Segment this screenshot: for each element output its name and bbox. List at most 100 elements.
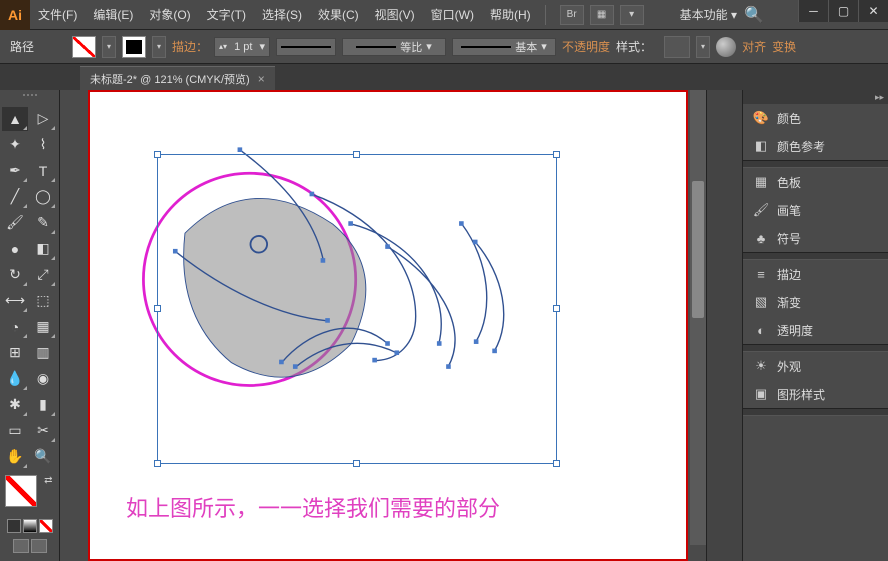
brush-def-select[interactable]: 基本▾ (452, 38, 556, 56)
resize-handle-bl[interactable] (154, 460, 161, 467)
selection-bounding-box[interactable] (157, 154, 557, 464)
color-mode-none[interactable] (39, 519, 53, 533)
panel-collapse-button[interactable]: ▸▸ (743, 90, 888, 104)
type-tool[interactable]: T (30, 159, 56, 183)
recolor-button[interactable] (716, 37, 736, 57)
mesh-tool[interactable]: ⊞ (2, 341, 28, 365)
fill-swatch[interactable] (72, 36, 96, 58)
direct-selection-tool[interactable]: ▷ (30, 107, 56, 131)
resize-handle-ml[interactable] (154, 305, 161, 312)
resize-handle-tl[interactable] (154, 151, 161, 158)
panel-stroke[interactable]: ≡描边 (743, 260, 888, 288)
menu-type[interactable]: 文字(T) (199, 0, 254, 29)
symbol-sprayer-tool[interactable]: ✱ (2, 393, 28, 417)
menu-edit[interactable]: 编辑(E) (85, 0, 141, 29)
eraser-tool[interactable]: ◧ (30, 237, 56, 261)
resize-handle-br[interactable] (553, 460, 560, 467)
canvas-area[interactable]: 如上图所示，一一选择我们需要的部分 (60, 90, 706, 561)
perspective-grid-tool[interactable]: ▦ (30, 315, 56, 339)
stroke-weight-input[interactable]: ▴▾1 pt▾ (214, 37, 270, 57)
align-label[interactable]: 对齐 (742, 38, 766, 55)
maximize-button[interactable]: ▢ (828, 0, 858, 22)
swap-fill-stroke-icon[interactable]: ⇄ (44, 475, 52, 486)
pen-tool[interactable]: ✒ (2, 159, 28, 183)
blob-brush-tool[interactable]: ● (2, 237, 28, 261)
panel-symbols[interactable]: ♣符号 (743, 224, 888, 252)
blend-tool[interactable]: ◉ (30, 367, 56, 391)
workspace-switcher[interactable]: 基本功能 ▾ (680, 6, 737, 23)
stroke-dropdown[interactable]: ▾ (152, 36, 166, 58)
close-button[interactable]: ✕ (858, 0, 888, 22)
control-bar: 路径 ▾ ▾ 描边： ▴▾1 pt▾ 等比▾ 基本▾ 不透明度 样式： ▾ 对齐… (0, 30, 888, 64)
magic-wand-tool[interactable]: ✦ (2, 133, 28, 157)
paintbrush-tool[interactable]: 🖌 (2, 211, 28, 235)
panel-gradient[interactable]: ▧渐变 (743, 288, 888, 316)
menu-window[interactable]: 窗口(W) (423, 0, 482, 29)
menu-separator (545, 5, 546, 25)
panel-transparency[interactable]: ◐透明度 (743, 316, 888, 344)
panel-graphic-styles[interactable]: ▣图形样式 (743, 380, 888, 408)
titlebar: Ai 文件(F) 编辑(E) 对象(O) 文字(T) 选择(S) 效果(C) 视… (0, 0, 888, 30)
menu-select[interactable]: 选择(S) (254, 0, 310, 29)
stroke-profile-preview[interactable] (276, 38, 336, 56)
color-mode-gradient[interactable] (23, 519, 37, 533)
opacity-label[interactable]: 不透明度 (562, 38, 610, 55)
resize-handle-tr[interactable] (553, 151, 560, 158)
bridge-button[interactable]: Br (560, 5, 584, 25)
line-tool[interactable]: ╱ (2, 185, 28, 209)
resize-handle-tm[interactable] (353, 151, 360, 158)
vertical-scrollbar[interactable] (690, 90, 706, 545)
width-profile-select[interactable]: 等比▾ (342, 38, 446, 56)
minimize-button[interactable]: ─ (798, 0, 828, 22)
eyedropper-tool[interactable]: 💧 (2, 367, 28, 391)
panel-brushes[interactable]: 🖌画笔 (743, 196, 888, 224)
artboard-tool[interactable]: ▭ (2, 419, 28, 443)
width-tool[interactable]: ⟷ (2, 289, 28, 313)
column-graph-tool[interactable]: ▮ (30, 393, 56, 417)
arrange-dropdown[interactable]: ▾ (620, 5, 644, 25)
resize-handle-bm[interactable] (353, 460, 360, 467)
gradient-tool[interactable]: ▥ (30, 341, 56, 365)
arrange-button[interactable]: ▦ (590, 5, 614, 25)
menu-file[interactable]: 文件(F) (30, 0, 85, 29)
fill-stroke-indicator[interactable]: ⇄ (5, 475, 55, 513)
panel-color-guide[interactable]: ◧颜色参考 (743, 132, 888, 160)
stroke-swatch[interactable] (122, 36, 146, 58)
slice-tool[interactable]: ✂ (30, 419, 56, 443)
menu-object[interactable]: 对象(O) (141, 0, 198, 29)
fill-dropdown[interactable]: ▾ (102, 36, 116, 58)
rectangle-tool[interactable]: ◯ (30, 185, 56, 209)
style-swatch[interactable] (664, 36, 690, 58)
search-icon[interactable]: 🔍 (743, 5, 765, 25)
panel-color[interactable]: 🎨颜色 (743, 104, 888, 132)
shape-builder-tool[interactable]: ◔ (2, 315, 28, 339)
scale-tool[interactable]: ⤢ (30, 263, 56, 287)
resize-handle-mr[interactable] (553, 305, 560, 312)
panel-swatches[interactable]: ▦色板 (743, 168, 888, 196)
hand-tool[interactable]: ✋ (2, 445, 28, 469)
free-transform-tool[interactable]: ⬚ (30, 289, 56, 313)
zoom-tool[interactable]: 🔍 (30, 445, 56, 469)
window-controls: ─ ▢ ✕ (798, 0, 888, 22)
menu-help[interactable]: 帮助(H) (482, 0, 539, 29)
tab-close-icon[interactable]: × (258, 72, 265, 86)
artboard[interactable]: 如上图所示，一一选择我们需要的部分 (102, 104, 674, 547)
transform-label[interactable]: 变换 (772, 38, 796, 55)
panel-appearance[interactable]: ☀外观 (743, 352, 888, 380)
color-mode-solid[interactable] (7, 519, 21, 533)
lasso-tool[interactable]: ⌇ (30, 133, 56, 157)
screen-mode-normal[interactable] (13, 539, 29, 553)
style-dropdown[interactable]: ▾ (696, 36, 710, 58)
rotate-tool[interactable]: ↻ (2, 263, 28, 287)
document-tab[interactable]: 未标题-2* @ 121% (CMYK/预览) × (80, 66, 275, 90)
menu-right-group: Br ▦ ▾ 基本功能 ▾ 🔍 (560, 5, 765, 25)
stroke-label[interactable]: 描边： (172, 38, 208, 55)
fill-indicator[interactable] (5, 475, 37, 507)
screen-mode-full[interactable] (31, 539, 47, 553)
menu-view[interactable]: 视图(V) (367, 0, 423, 29)
panel-rail[interactable] (706, 90, 742, 561)
menu-effect[interactable]: 效果(C) (310, 0, 367, 29)
pencil-tool[interactable]: ✎ (30, 211, 56, 235)
selection-tool[interactable]: ▲ (2, 107, 28, 131)
toolbox-grip[interactable] (2, 94, 57, 103)
